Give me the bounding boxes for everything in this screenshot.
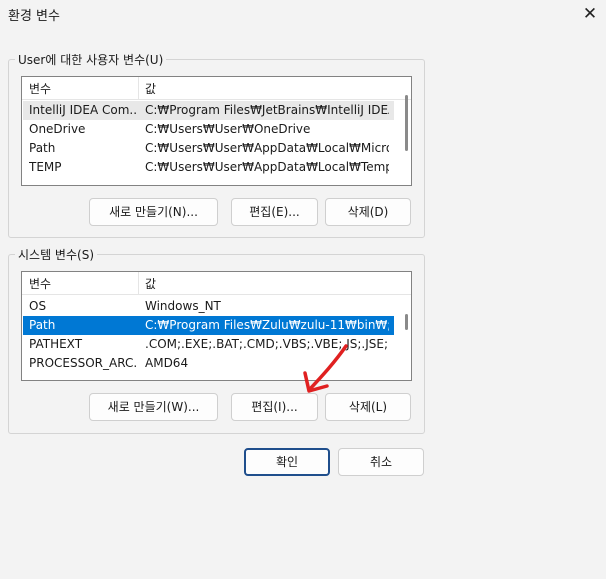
window-title: 환경 변수 — [8, 9, 60, 24]
variable-name: OS — [29, 299, 47, 313]
column-divider[interactable] — [138, 272, 139, 294]
system-variables-list[interactable]: 변수 값 OS Windows_NT Path C:₩Program Files… — [21, 271, 412, 381]
variable-value: .COM;.EXE;.BAT;.CMD;.VBS;.VBE;.JS;.JSE;.… — [145, 337, 389, 351]
ok-button[interactable]: 확인 — [244, 448, 330, 476]
user-variable-row[interactable]: IntelliJ IDEA Com... C:₩Program Files₩Je… — [23, 101, 394, 120]
user-variables-list[interactable]: 변수 값 IntelliJ IDEA Com... C:₩Program Fil… — [21, 76, 412, 186]
column-divider[interactable] — [138, 77, 139, 99]
title-bar: 환경 변수 ✕ — [0, 0, 606, 28]
system-delete-button[interactable]: 삭제(L) — [325, 393, 411, 421]
user-variable-row[interactable]: TEMP C:₩Users₩User₩AppData₩Local₩Temp — [23, 158, 394, 177]
column-header-name[interactable]: 변수 — [29, 275, 51, 292]
close-icon[interactable]: ✕ — [578, 2, 602, 26]
user-variables-scrollbar[interactable] — [405, 95, 408, 151]
variable-name: TEMP — [29, 160, 62, 174]
column-header-value[interactable]: 값 — [145, 275, 156, 292]
variable-name: Path — [29, 141, 56, 155]
variable-value: AMD64 — [145, 356, 189, 370]
column-header-value[interactable]: 값 — [145, 80, 156, 97]
variable-value: C:₩Users₩User₩AppData₩Local₩Temp — [145, 160, 389, 174]
user-edit-button[interactable]: 편집(E)... — [231, 198, 318, 226]
user-delete-button[interactable]: 삭제(D) — [325, 198, 411, 226]
system-variables-group-title: 시스템 변수(S) — [15, 246, 97, 263]
system-variable-row[interactable]: PROCESSOR_ARC... AMD64 — [23, 354, 394, 373]
system-edit-button[interactable]: 편집(I)... — [231, 393, 318, 421]
cancel-button[interactable]: 취소 — [338, 448, 424, 476]
user-new-button[interactable]: 새로 만들기(N)... — [89, 198, 218, 226]
user-variable-row[interactable]: Path C:₩Users₩User₩AppData₩Local₩Microso… — [23, 139, 394, 158]
system-variables-scrollbar[interactable] — [405, 314, 408, 330]
column-header-name[interactable]: 변수 — [29, 80, 51, 97]
variable-value: C:₩Program Files₩Zulu₩zulu-11₩bin₩;C:... — [145, 318, 389, 332]
user-variable-row[interactable]: OneDrive C:₩Users₩User₩OneDrive — [23, 120, 394, 139]
variable-name: IntelliJ IDEA Com... — [29, 103, 137, 117]
user-variables-header: 변수 값 — [22, 77, 411, 100]
system-variables-header: 변수 값 — [22, 272, 411, 295]
variable-name: OneDrive — [29, 122, 86, 136]
user-variables-group-title: User에 대한 사용자 변수(U) — [15, 51, 167, 68]
variable-value: C:₩Users₩User₩OneDrive — [145, 122, 311, 136]
system-variable-row-selected[interactable]: Path C:₩Program Files₩Zulu₩zulu-11₩bin₩;… — [23, 316, 394, 335]
variable-value: C:₩Users₩User₩AppData₩Local₩Microsoft... — [145, 141, 389, 155]
system-variable-row[interactable]: PATHEXT .COM;.EXE;.BAT;.CMD;.VBS;.VBE;.J… — [23, 335, 394, 354]
variable-name: Path — [29, 318, 56, 332]
variable-name: PROCESSOR_ARC... — [29, 356, 137, 370]
variable-name: PATHEXT — [29, 337, 83, 351]
system-new-button[interactable]: 새로 만들기(W)... — [89, 393, 218, 421]
system-variable-row[interactable]: OS Windows_NT — [23, 297, 394, 316]
variable-value: C:₩Program Files₩JetBrains₩IntelliJ IDEA… — [145, 103, 389, 117]
variable-value: Windows_NT — [145, 299, 221, 313]
